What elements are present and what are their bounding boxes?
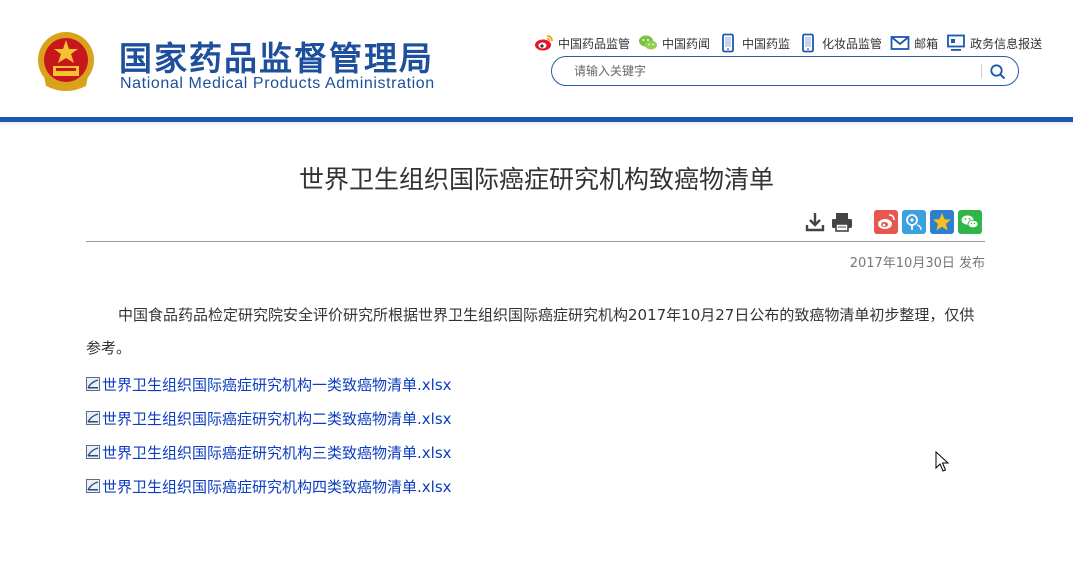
search-separator (981, 64, 982, 78)
xlsx-file-icon (86, 377, 100, 391)
toplink-label: 中国药品监管 (558, 36, 631, 51)
site-logo-en[interactable]: National Medical Products Administration (120, 75, 435, 93)
toplink-label: 化妆品监管 (822, 36, 883, 51)
share-qq-icon[interactable] (902, 210, 926, 234)
attachment-link-3[interactable]: 世界卫生组织国际癌症研究机构三类致癌物清单.xlsx (86, 441, 452, 463)
share-wechat-icon[interactable] (958, 210, 982, 234)
toplink-label: 邮箱 (914, 36, 939, 51)
xlsx-file-icon (86, 411, 100, 425)
attachment-label: 世界卫生组织国际癌症研究机构一类致癌物清单.xlsx (102, 375, 452, 394)
mouse-cursor-icon (935, 450, 950, 473)
share-qzone-icon[interactable] (930, 210, 954, 234)
site-logo-cn[interactable]: 国家药品监督管理局 (119, 32, 434, 80)
toplink-report[interactable]: 政务信息报送 (946, 33, 1042, 53)
toplink-label: 中国药闻 (662, 36, 711, 51)
header-shadow (0, 122, 1073, 126)
toplink-label: 中国药监 (742, 36, 791, 51)
toplink-weibo[interactable]: 中国药品监管 (534, 33, 630, 53)
publish-date: 2017年10月30日 发布 (849, 256, 985, 271)
share-weibo-icon[interactable] (874, 210, 898, 234)
attachment-label: 世界卫生组织国际癌症研究机构四类致癌物清单.xlsx (102, 477, 452, 496)
monitor-icon (946, 33, 966, 53)
weibo-icon (534, 33, 554, 53)
mobile-icon (718, 33, 738, 53)
toplink-wechat[interactable]: 中国药闻 (638, 33, 710, 53)
article-paragraph: 中国食品药品检定研究院安全评价研究所根据世界卫生组织国际癌症研究机构2017年1… (86, 306, 975, 357)
national-emblem-icon (36, 30, 96, 94)
wechat-icon (638, 33, 658, 53)
search-input[interactable] (574, 61, 974, 81)
site-header: 国家药品监督管理局 National Medical Products Admi… (0, 0, 1073, 117)
article-title: 世界卫生组织国际癌症研究机构致癌物清单 (298, 165, 774, 194)
search-icon[interactable] (989, 63, 1007, 81)
download-icon[interactable] (803, 210, 827, 234)
attachment-link-2[interactable]: 世界卫生组织国际癌症研究机构二类致癌物清单.xlsx (86, 407, 452, 429)
toplink-mobile-2[interactable]: 化妆品监管 (798, 33, 882, 53)
title-divider (86, 241, 985, 242)
xlsx-file-icon (86, 445, 100, 459)
toplink-mail[interactable]: 邮箱 (890, 33, 938, 53)
mail-icon (890, 33, 910, 53)
search-box (551, 56, 1019, 86)
xlsx-file-icon (86, 479, 100, 493)
print-icon[interactable] (830, 210, 854, 234)
toplink-label: 政务信息报送 (970, 36, 1043, 51)
attachment-link-1[interactable]: 世界卫生组织国际癌症研究机构一类致癌物清单.xlsx (86, 373, 452, 395)
toplink-mobile-1[interactable]: 中国药监 (718, 33, 790, 53)
top-links: 中国药品监管 中国药闻 中国药监 化妆品监管 邮箱 政务信息报送 (534, 32, 1050, 54)
attachment-label: 世界卫生组织国际癌症研究机构二类致癌物清单.xlsx (102, 409, 452, 428)
attachment-link-4[interactable]: 世界卫生组织国际癌症研究机构四类致癌物清单.xlsx (86, 475, 452, 497)
mobile-icon (798, 33, 818, 53)
attachment-label: 世界卫生组织国际癌症研究机构三类致癌物清单.xlsx (102, 443, 452, 462)
